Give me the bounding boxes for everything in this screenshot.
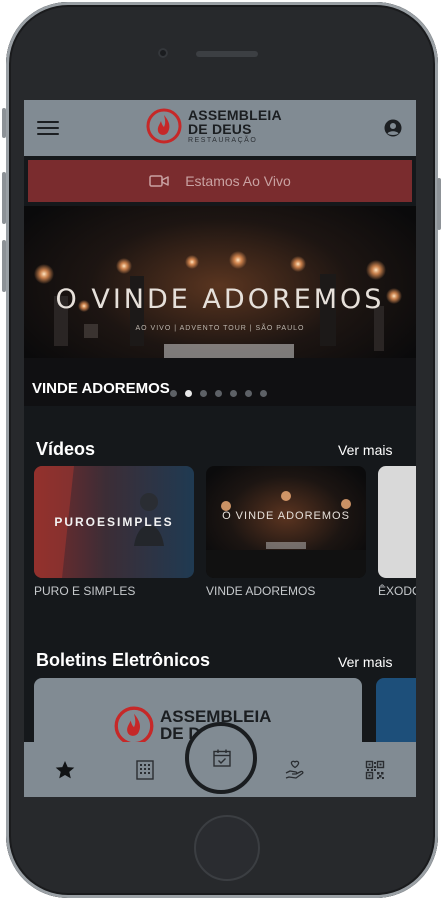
nav-qrcode[interactable] <box>336 742 414 797</box>
power-button <box>437 178 441 230</box>
app-header: ASSEMBLEIA DE DEUS RESTAURAÇÃO <box>24 100 416 156</box>
carousel-dot[interactable] <box>245 390 252 397</box>
video-card-puro-e-simples[interactable]: PUROESIMPLES <box>34 466 194 578</box>
home-button[interactable] <box>194 815 260 881</box>
carousel-dot[interactable] <box>200 390 207 397</box>
calendar-check-icon <box>213 749 231 767</box>
earpiece-speaker <box>196 51 258 57</box>
video-camera-icon <box>149 175 169 187</box>
live-label: Estamos Ao Vivo <box>185 173 291 189</box>
front-camera <box>158 48 168 58</box>
carousel-indicator <box>170 390 275 397</box>
video-card-exodo[interactable] <box>378 466 416 578</box>
video-label-3: ÊXODO <box>378 584 416 598</box>
qr-code-icon <box>365 760 385 779</box>
videos-see-more-link[interactable]: Ver mais <box>338 442 392 458</box>
carousel-dot[interactable] <box>170 390 177 397</box>
video-thumb-text-1: PUROESIMPLES <box>54 515 174 529</box>
video-label-2: VINDE ADOREMOS <box>206 584 316 598</box>
volume-down-button <box>2 240 6 292</box>
nav-favorites[interactable] <box>26 742 104 797</box>
hero-caption: VINDE ADOREMOS <box>32 380 170 397</box>
app-screen: ASSEMBLEIA DE DEUS RESTAURAÇÃO Estamos A… <box>24 100 416 797</box>
carousel-dot[interactable] <box>215 390 222 397</box>
bulletins-see-more-link[interactable]: Ver mais <box>338 654 392 670</box>
video-label-1: PURO E SIMPLES <box>34 584 136 598</box>
flame-logo-icon <box>146 108 182 144</box>
nav-buildings[interactable] <box>106 742 184 797</box>
brand-logo: ASSEMBLEIA DE DEUS RESTAURAÇÃO <box>146 108 282 144</box>
live-stream-button[interactable]: Estamos Ao Vivo <box>28 160 412 202</box>
videos-section-title: Vídeos <box>36 439 96 459</box>
carousel-dot[interactable] <box>185 390 192 397</box>
hero-banner-subtitle: AO VIVO | ADVENTO TOUR | SÃO PAULO <box>135 325 305 332</box>
bulletins-section-title: Boletins Eletrônicos <box>36 650 211 670</box>
volume-up-button <box>2 172 6 224</box>
brand-line-1: ASSEMBLEIA <box>188 107 282 123</box>
video-card-vinde-adoremos[interactable]: O VINDE ADOREMOS <box>206 466 366 578</box>
flame-logo-icon <box>114 706 154 746</box>
brand-text: ASSEMBLEIA DE DEUS RESTAURAÇÃO <box>188 108 282 144</box>
mute-switch <box>2 108 6 138</box>
star-icon <box>55 760 75 778</box>
hamburger-icon[interactable] <box>37 121 59 135</box>
video-thumbnail-2 <box>206 466 366 578</box>
video-thumb-text-2: O VINDE ADOREMOS <box>222 510 350 522</box>
brand-subtitle: RESTAURAÇÃO <box>188 137 258 144</box>
nav-calendar-button[interactable] <box>185 722 257 794</box>
hero-carousel[interactable]: O VINDE ADOREMOS AO VIVO | ADVENTO TOUR … <box>24 206 416 406</box>
hand-heart-icon <box>285 760 304 779</box>
account-circle-icon[interactable] <box>384 119 402 137</box>
building-icon <box>136 759 154 780</box>
hero-banner-title: O VINDE ADOREMOS <box>55 284 385 315</box>
carousel-dot[interactable] <box>230 390 237 397</box>
carousel-dot[interactable] <box>260 390 267 397</box>
brand-line-2: DE DEUS <box>188 121 252 137</box>
nav-donate[interactable] <box>256 742 334 797</box>
